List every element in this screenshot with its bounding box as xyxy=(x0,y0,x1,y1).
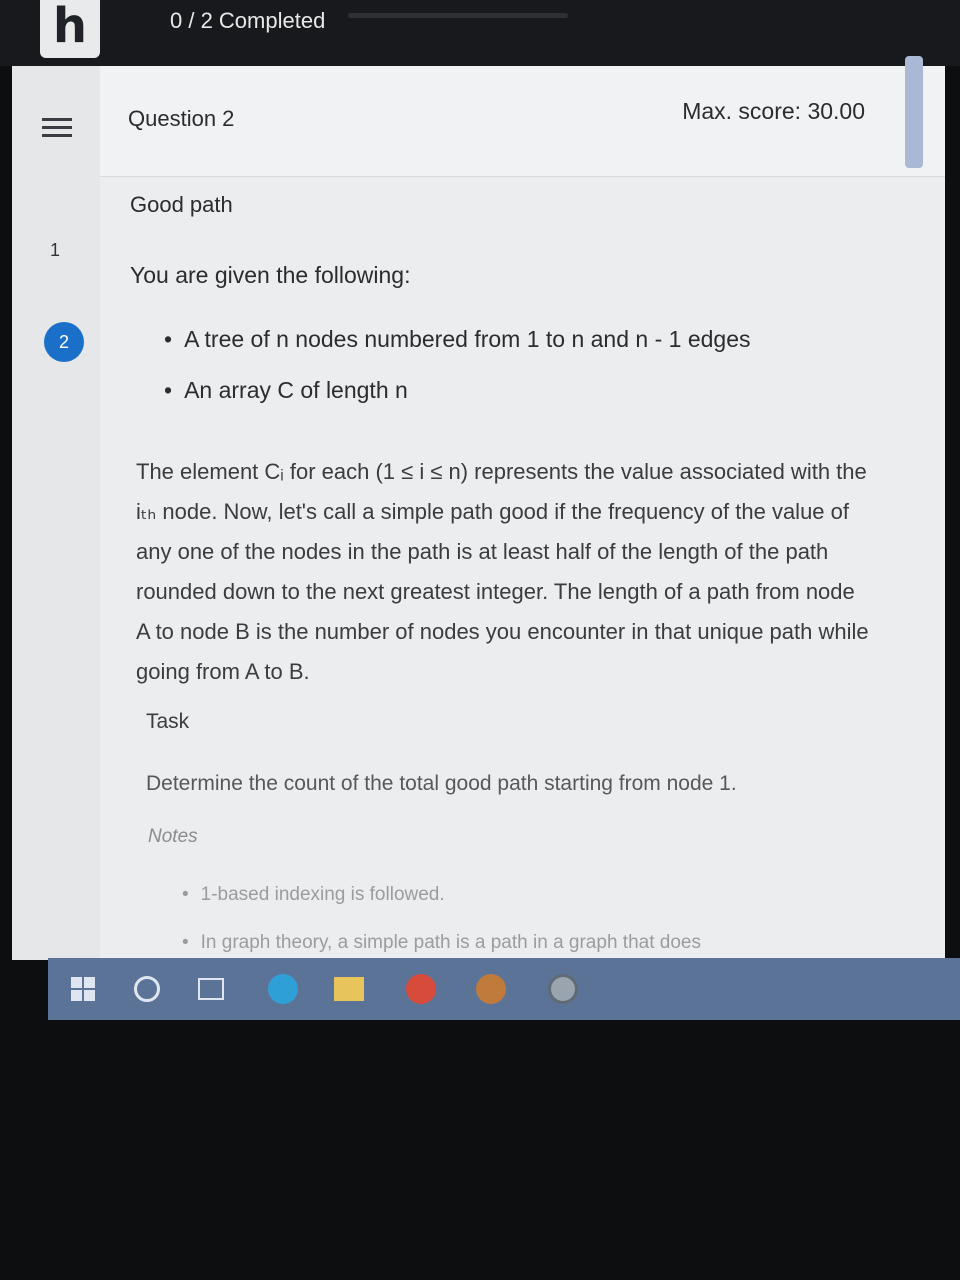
problem-title: Good path xyxy=(130,192,233,217)
app-icon[interactable] xyxy=(476,974,506,1004)
windows-start-icon[interactable] xyxy=(68,974,98,1004)
question-nav-item-1[interactable]: 1 xyxy=(50,240,60,261)
hamburger-menu-icon[interactable] xyxy=(42,118,72,144)
list-item: 1-based indexing is followed. xyxy=(182,884,701,906)
search-icon[interactable] xyxy=(132,974,162,1004)
problem-intro: You are given the following: xyxy=(130,262,411,288)
hackerearth-logo[interactable]: h xyxy=(40,0,100,58)
question-header: Question 2 Max. score: 30.00 xyxy=(100,66,945,177)
task-heading: Task xyxy=(146,710,190,733)
notes-heading: Notes xyxy=(148,826,198,847)
problem-statement: The element Cᵢ for each (1 ≤ i ≤ n) repr… xyxy=(136,459,869,684)
given-list: A tree of n nodes numbered from 1 to n a… xyxy=(164,326,750,428)
max-score: Max. score: 30.00 xyxy=(682,98,865,124)
chrome-icon[interactable] xyxy=(548,974,578,1004)
progress-bar xyxy=(348,13,568,18)
progress-label: 0 / 2 Completed xyxy=(170,8,326,33)
file-explorer-icon[interactable] xyxy=(334,974,364,1004)
top-header-bar: h 0 / 2 Completed xyxy=(0,0,960,66)
edge-browser-icon[interactable] xyxy=(268,974,298,1004)
question-sidebar xyxy=(12,66,100,960)
question-title: Question 2 xyxy=(128,106,235,131)
scrollbar-thumb[interactable] xyxy=(905,56,923,168)
list-item: In graph theory, a simple path is a path… xyxy=(182,932,701,954)
question-nav-item-2[interactable]: 2 xyxy=(44,322,84,362)
task-view-icon[interactable] xyxy=(196,974,226,1004)
list-item: A tree of n nodes numbered from 1 to n a… xyxy=(164,326,750,353)
task-description: Determine the count of the total good pa… xyxy=(146,772,737,795)
app-icon[interactable] xyxy=(406,974,436,1004)
list-item: An array C of length n xyxy=(164,377,750,404)
